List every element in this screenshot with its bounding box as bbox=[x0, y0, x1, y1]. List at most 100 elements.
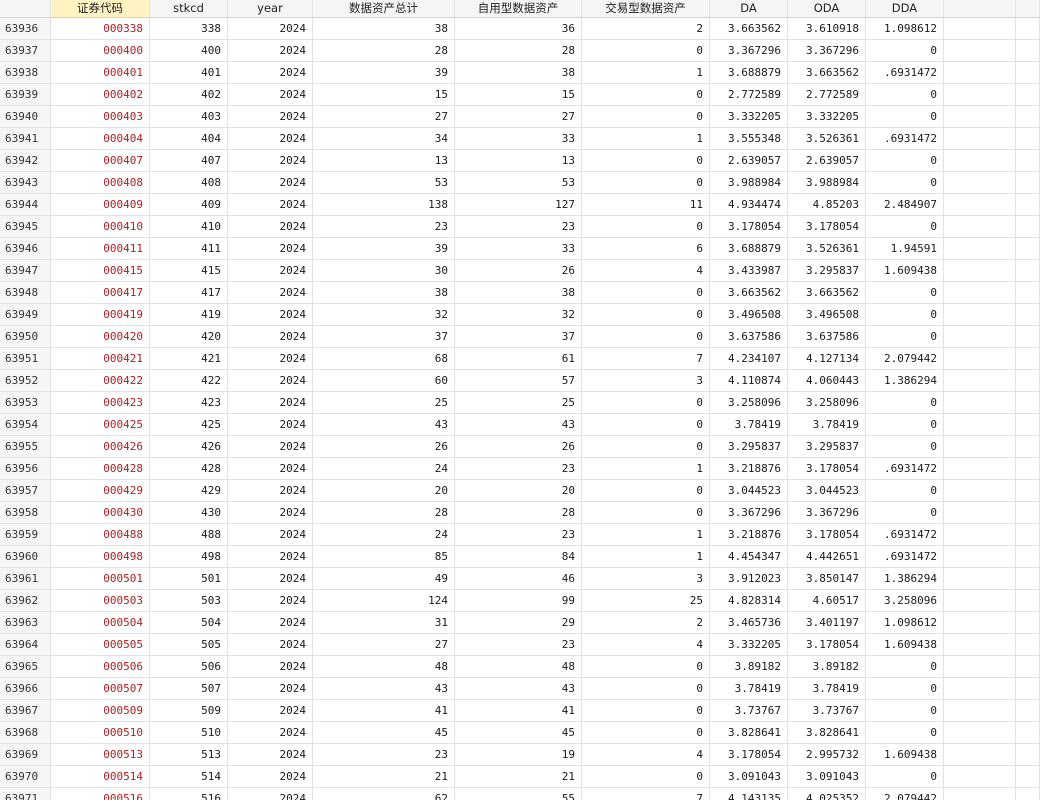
stock-code-cell[interactable]: 000488 bbox=[51, 524, 150, 546]
header-trading-data-assets[interactable]: 交易型数据资产 bbox=[582, 0, 710, 18]
da-cell[interactable]: 3.555348 bbox=[710, 128, 788, 150]
table-row[interactable]: 63941 000404 404 2024 34 33 1 3.555348 3.526361.… bbox=[0, 128, 1040, 150]
trading-data-assets-cell[interactable]: 0 bbox=[582, 304, 710, 326]
trading-data-assets-cell[interactable]: 6 bbox=[582, 238, 710, 260]
stkcd-cell[interactable]: 513 bbox=[150, 744, 228, 766]
obs-number[interactable]: 63963 bbox=[0, 612, 51, 634]
header-dda[interactable]: DDA bbox=[866, 0, 944, 18]
trading-data-assets-cell[interactable]: 1 bbox=[582, 62, 710, 84]
oda-cell[interactable]: 3.367296 bbox=[788, 502, 866, 524]
stkcd-cell[interactable]: 415 bbox=[150, 260, 228, 282]
obs-number[interactable]: 63939 bbox=[0, 84, 51, 106]
da-cell[interactable]: 3.091043 bbox=[710, 766, 788, 788]
da-cell[interactable]: 4.234107 bbox=[710, 348, 788, 370]
table-row[interactable]: 63960 000498 498 2024 85 84 1 4.454347 4.442651.… bbox=[0, 546, 1040, 568]
oda-cell[interactable]: 4.060443 bbox=[788, 370, 866, 392]
self-use-data-assets-cell[interactable]: 38 bbox=[455, 62, 582, 84]
stkcd-cell[interactable]: 408 bbox=[150, 172, 228, 194]
oda-cell[interactable]: 3.73767 bbox=[788, 700, 866, 722]
data-assets-total-cell[interactable]: 85 bbox=[313, 546, 455, 568]
stock-code-cell[interactable]: 000514 bbox=[51, 766, 150, 788]
oda-cell[interactable]: 3.526361 bbox=[788, 238, 866, 260]
da-cell[interactable]: 3.367296 bbox=[710, 40, 788, 62]
dda-cell[interactable]: 0 bbox=[866, 304, 944, 326]
da-cell[interactable]: 3.89182 bbox=[710, 656, 788, 678]
trading-data-assets-cell[interactable]: 2 bbox=[582, 612, 710, 634]
trading-data-assets-cell[interactable]: 3 bbox=[582, 568, 710, 590]
dda-cell[interactable]: 3.258096 bbox=[866, 590, 944, 612]
data-assets-total-cell[interactable]: 27 bbox=[313, 634, 455, 656]
trading-data-assets-cell[interactable]: 1 bbox=[582, 524, 710, 546]
obs-number[interactable]: 63942 bbox=[0, 150, 51, 172]
stkcd-cell[interactable]: 407 bbox=[150, 150, 228, 172]
da-cell[interactable]: 3.828641 bbox=[710, 722, 788, 744]
obs-number[interactable]: 63964 bbox=[0, 634, 51, 656]
year-cell[interactable]: 2024 bbox=[228, 370, 313, 392]
data-assets-total-cell[interactable]: 25 bbox=[313, 392, 455, 414]
oda-cell[interactable]: 4.127134 bbox=[788, 348, 866, 370]
table-row[interactable]: 63942 000407 407 2024 13 13 0 2.639057 2.639057 0 bbox=[0, 150, 1040, 172]
da-cell[interactable]: 3.637586 bbox=[710, 326, 788, 348]
trading-data-assets-cell[interactable]: 0 bbox=[582, 436, 710, 458]
stkcd-cell[interactable]: 422 bbox=[150, 370, 228, 392]
oda-cell[interactable]: 4.85203 bbox=[788, 194, 866, 216]
table-row[interactable]: 63969 000513 513 2024 23 19 4 3.178054 2.995732 1… bbox=[0, 744, 1040, 766]
year-cell[interactable]: 2024 bbox=[228, 40, 313, 62]
stock-code-cell[interactable]: 000404 bbox=[51, 128, 150, 150]
data-assets-total-cell[interactable]: 37 bbox=[313, 326, 455, 348]
stock-code-cell[interactable]: 000407 bbox=[51, 150, 150, 172]
year-cell[interactable]: 2024 bbox=[228, 238, 313, 260]
year-cell[interactable]: 2024 bbox=[228, 612, 313, 634]
year-cell[interactable]: 2024 bbox=[228, 480, 313, 502]
table-row[interactable]: 63964 000505 505 2024 27 23 4 3.332205 3.178054 1… bbox=[0, 634, 1040, 656]
stock-code-cell[interactable]: 000419 bbox=[51, 304, 150, 326]
trading-data-assets-cell[interactable]: 0 bbox=[582, 282, 710, 304]
self-use-data-assets-cell[interactable]: 23 bbox=[455, 634, 582, 656]
self-use-data-assets-cell[interactable]: 28 bbox=[455, 502, 582, 524]
stkcd-cell[interactable]: 501 bbox=[150, 568, 228, 590]
year-cell[interactable]: 2024 bbox=[228, 502, 313, 524]
table-row[interactable]: 63959 000488 488 2024 24 23 1 3.218876 3.178054.… bbox=[0, 524, 1040, 546]
data-assets-total-cell[interactable]: 38 bbox=[313, 282, 455, 304]
table-row[interactable]: 63953 000423 423 2024 25 25 0 3.258096 3.258096 0 bbox=[0, 392, 1040, 414]
oda-cell[interactable]: 4.442651 bbox=[788, 546, 866, 568]
trading-data-assets-cell[interactable]: 0 bbox=[582, 480, 710, 502]
da-cell[interactable]: 3.73767 bbox=[710, 700, 788, 722]
da-cell[interactable]: 3.78419 bbox=[710, 678, 788, 700]
stock-code-cell[interactable]: 000425 bbox=[51, 414, 150, 436]
data-assets-total-cell[interactable]: 24 bbox=[313, 458, 455, 480]
self-use-data-assets-cell[interactable]: 38 bbox=[455, 282, 582, 304]
stkcd-cell[interactable]: 417 bbox=[150, 282, 228, 304]
trading-data-assets-cell[interactable]: 0 bbox=[582, 172, 710, 194]
table-row[interactable]: 63956 000428 428 2024 24 23 1 3.218876 3.178054.… bbox=[0, 458, 1040, 480]
stkcd-cell[interactable]: 425 bbox=[150, 414, 228, 436]
self-use-data-assets-cell[interactable]: 57 bbox=[455, 370, 582, 392]
da-cell[interactable]: 3.258096 bbox=[710, 392, 788, 414]
dda-cell[interactable]: 0 bbox=[866, 436, 944, 458]
dda-cell[interactable]: 0 bbox=[866, 40, 944, 62]
dda-cell[interactable]: 1.94591 bbox=[866, 238, 944, 260]
table-row[interactable]: 63963 000504 504 2024 31 29 2 3.465736 3.401197 1… bbox=[0, 612, 1040, 634]
data-assets-total-cell[interactable]: 27 bbox=[313, 106, 455, 128]
table-row[interactable]: 63948 000417 417 2024 38 38 0 3.663562 3.663562 0 bbox=[0, 282, 1040, 304]
self-use-data-assets-cell[interactable]: 32 bbox=[455, 304, 582, 326]
stock-code-cell[interactable]: 000401 bbox=[51, 62, 150, 84]
stock-code-cell[interactable]: 000410 bbox=[51, 216, 150, 238]
dda-cell[interactable]: 1.386294 bbox=[866, 568, 944, 590]
stock-code-cell[interactable]: 000402 bbox=[51, 84, 150, 106]
stkcd-cell[interactable]: 403 bbox=[150, 106, 228, 128]
self-use-data-assets-cell[interactable]: 33 bbox=[455, 128, 582, 150]
data-assets-total-cell[interactable]: 23 bbox=[313, 216, 455, 238]
header-oda[interactable]: ODA bbox=[788, 0, 866, 18]
header-da[interactable]: DA bbox=[710, 0, 788, 18]
oda-cell[interactable]: 3.332205 bbox=[788, 106, 866, 128]
oda-cell[interactable]: 3.610918 bbox=[788, 18, 866, 40]
oda-cell[interactable]: 4.025352 bbox=[788, 788, 866, 800]
header-data-assets-total[interactable]: 数据资产总计 bbox=[313, 0, 455, 18]
dda-cell[interactable]: 2.484907 bbox=[866, 194, 944, 216]
oda-cell[interactable]: 3.178054 bbox=[788, 524, 866, 546]
year-cell[interactable]: 2024 bbox=[228, 326, 313, 348]
oda-cell[interactable]: 3.401197 bbox=[788, 612, 866, 634]
stkcd-cell[interactable]: 509 bbox=[150, 700, 228, 722]
table-row[interactable]: 63954 000425 425 2024 43 43 0 3.78419 3.78419 0 bbox=[0, 414, 1040, 436]
